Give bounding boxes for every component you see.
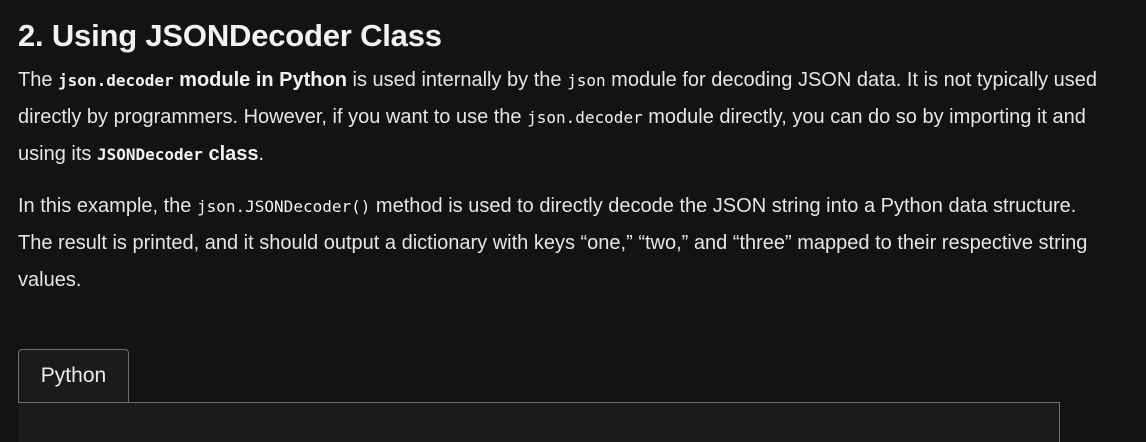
text-span: The [18,69,59,91]
code-block: Python [18,349,1060,442]
inline-code: json.decoder [58,71,174,90]
article-section: 2. Using JSONDecoder Class The json.deco… [18,14,1098,299]
text-span: . [258,143,265,165]
paragraph-json-decoder-intro: The json.decoder module in Python is use… [18,62,1098,173]
text-span: In this example, the [18,195,197,217]
code-tab-python[interactable]: Python [18,349,129,402]
inline-code: json.decoder [527,108,643,127]
inline-code: json.JSONDecoder() [196,197,371,216]
inline-code: json [567,71,606,90]
code-area [18,402,1060,442]
section-heading: 2. Using JSONDecoder Class [18,18,442,53]
inline-code: JSONDecoder [96,145,203,164]
bold-text: class [202,143,259,165]
text-span: is used internally by the [346,69,568,91]
paragraph-example-explanation: In this example, the json.JSONDecoder() … [18,188,1098,299]
bold-text: module in Python [173,69,347,91]
